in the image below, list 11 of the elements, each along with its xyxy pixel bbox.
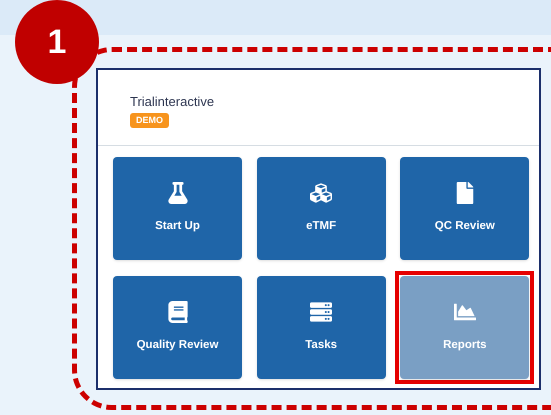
module-tile[interactable]: Quality Review (113, 276, 242, 379)
book-icon (166, 300, 188, 323)
module-tile[interactable]: Start Up (113, 157, 242, 260)
demo-badge: DEMO (130, 113, 169, 128)
module-tile[interactable]: eTMF (256, 157, 386, 260)
cubes-icon (310, 182, 332, 204)
module-tile[interactable]: QC Review (400, 157, 530, 260)
stack-icon (310, 300, 332, 323)
app-title: Trialinteractive (130, 94, 214, 110)
flask-icon (166, 182, 188, 204)
module-tile[interactable]: Tasks (256, 276, 386, 379)
